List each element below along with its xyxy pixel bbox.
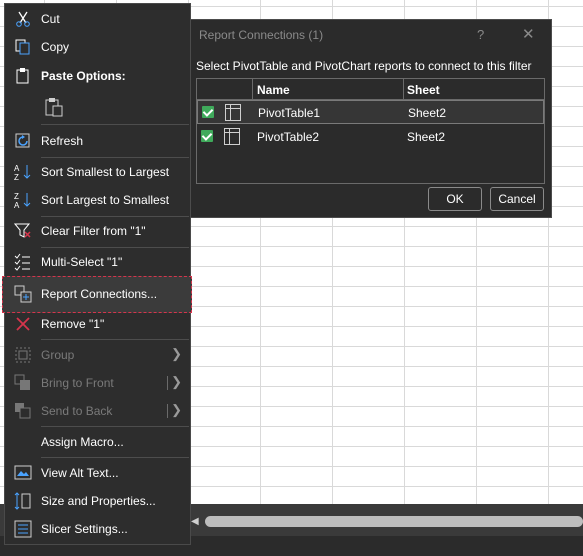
menu-item-sort-desc[interactable]: ZA Sort Largest to Smallest	[5, 187, 190, 213]
checkbox[interactable]	[202, 106, 214, 118]
separator	[41, 157, 189, 158]
menu-item-sort-asc[interactable]: AZ Sort Smallest to Largest	[5, 159, 190, 185]
split-divider	[167, 404, 168, 418]
pivot-name: PivotTable1	[258, 106, 321, 120]
clear-filter-icon	[13, 222, 32, 240]
paste-button[interactable]	[39, 94, 79, 120]
menu-item-copy[interactable]: Copy	[5, 34, 190, 60]
paste-options-label: Paste Options:	[41, 69, 126, 83]
separator	[41, 339, 189, 340]
connections-list: Name Sheet PivotTable1 Sheet2 PivotTable…	[196, 78, 545, 184]
menu-item-remove[interactable]: Remove "1"	[5, 311, 190, 337]
checkbox[interactable]	[201, 130, 213, 142]
column-divider	[252, 79, 253, 99]
multi-select-label: Multi-Select "1"	[41, 255, 123, 269]
chevron-right-icon[interactable]: ❯	[171, 374, 182, 390]
column-divider	[403, 79, 404, 99]
clear-filter-label: Clear Filter from "1"	[41, 224, 146, 238]
report-connections-label: Report Connections...	[41, 287, 158, 301]
menu-item-group[interactable]: Group ❯	[5, 342, 190, 368]
menu-item-clear-filter[interactable]: Clear Filter from "1"	[5, 218, 190, 244]
sort-descending-icon: ZA	[14, 191, 32, 210]
pivot-name: PivotTable2	[257, 130, 320, 144]
scissors-icon	[14, 10, 32, 28]
dialog-title: Report Connections (1)	[199, 28, 324, 42]
split-divider	[167, 376, 168, 390]
ok-button[interactable]: OK	[428, 187, 482, 211]
column-header-name[interactable]: Name	[257, 83, 290, 97]
clipboard-icon	[14, 67, 32, 85]
refresh-icon	[14, 132, 32, 150]
menu-item-slicer-settings[interactable]: Slicer Settings...	[5, 516, 190, 542]
menu-item-assign-macro[interactable]: Assign Macro...	[5, 429, 190, 455]
help-icon[interactable]: ?	[477, 27, 484, 42]
sheet-name: Sheet2	[408, 106, 447, 120]
paste-options-header: Paste Options:	[5, 63, 190, 89]
list-item[interactable]: PivotTable1 Sheet2	[197, 100, 544, 124]
remove-label: Remove "1"	[41, 317, 105, 331]
menu-item-size-properties[interactable]: Size and Properties...	[5, 488, 190, 514]
slicer-settings-label: Slicer Settings...	[41, 522, 128, 536]
cut-label: Cut	[41, 12, 60, 26]
separator	[41, 247, 189, 248]
refresh-label: Refresh	[41, 134, 84, 148]
group-label: Group	[41, 348, 75, 362]
separator	[41, 216, 189, 217]
svg-text:Z: Z	[14, 192, 19, 201]
menu-item-bring-to-front[interactable]: Bring to Front ❯	[5, 370, 190, 396]
context-menu: Cut Copy Paste Options: Refresh AZ Sort …	[2, 3, 192, 545]
remove-x-icon	[14, 315, 32, 333]
menu-item-refresh[interactable]: Refresh	[5, 128, 190, 154]
close-icon[interactable]: ✕	[522, 25, 535, 43]
menu-item-multi-select[interactable]: Multi-Select "1"	[5, 249, 190, 275]
svg-text:A: A	[14, 164, 20, 173]
menu-item-view-alt-text[interactable]: View Alt Text...	[5, 460, 190, 486]
copy-icon	[14, 38, 32, 56]
menu-item-cut[interactable]: Cut	[5, 6, 190, 32]
sort-asc-label: Sort Smallest to Largest	[41, 165, 170, 179]
column-header-sheet[interactable]: Sheet	[407, 83, 440, 97]
sheet-name: Sheet2	[407, 130, 446, 144]
pivot-table-icon	[224, 128, 240, 145]
chevron-right-icon[interactable]: ❯	[171, 402, 182, 418]
menu-item-send-to-back[interactable]: Send to Back ❯	[5, 398, 190, 424]
list-item[interactable]: PivotTable2 Sheet2	[197, 125, 544, 149]
bring-to-front-icon	[14, 374, 32, 392]
scroll-left-arrow-icon[interactable]: ◀	[191, 516, 199, 527]
paste-icon	[43, 96, 63, 117]
assign-macro-label: Assign Macro...	[41, 435, 124, 449]
copy-label: Copy	[41, 40, 70, 54]
dialog-instruction: Select PivotTable and PivotChart reports…	[196, 59, 532, 73]
svg-text:A: A	[14, 201, 20, 209]
size-properties-icon	[14, 492, 32, 510]
slicer-settings-icon	[14, 520, 32, 538]
separator	[41, 457, 189, 458]
sort-ascending-icon: AZ	[14, 163, 32, 182]
separator	[41, 124, 189, 125]
send-to-back-icon	[14, 402, 32, 420]
horizontal-scrollbar[interactable]	[205, 516, 583, 527]
group-icon	[14, 346, 32, 364]
chevron-right-icon: ❯	[171, 346, 182, 361]
size-properties-label: Size and Properties...	[41, 494, 156, 508]
alt-text-icon	[14, 464, 32, 482]
cancel-button[interactable]: Cancel	[490, 187, 544, 211]
report-connections-icon	[14, 285, 32, 303]
bring-to-front-label: Bring to Front	[41, 376, 114, 390]
report-connections-dialog: Report Connections (1) ? ✕ Select PivotT…	[190, 19, 552, 218]
separator	[41, 426, 189, 427]
view-alt-text-label: View Alt Text...	[41, 466, 119, 480]
multi-select-icon	[14, 253, 32, 271]
pivot-table-icon	[225, 104, 241, 121]
svg-text:Z: Z	[14, 173, 19, 181]
list-header: Name Sheet	[197, 79, 544, 100]
send-to-back-label: Send to Back	[41, 404, 113, 418]
sort-desc-label: Sort Largest to Smallest	[41, 193, 170, 207]
menu-item-report-connections[interactable]: Report Connections...	[5, 281, 190, 307]
